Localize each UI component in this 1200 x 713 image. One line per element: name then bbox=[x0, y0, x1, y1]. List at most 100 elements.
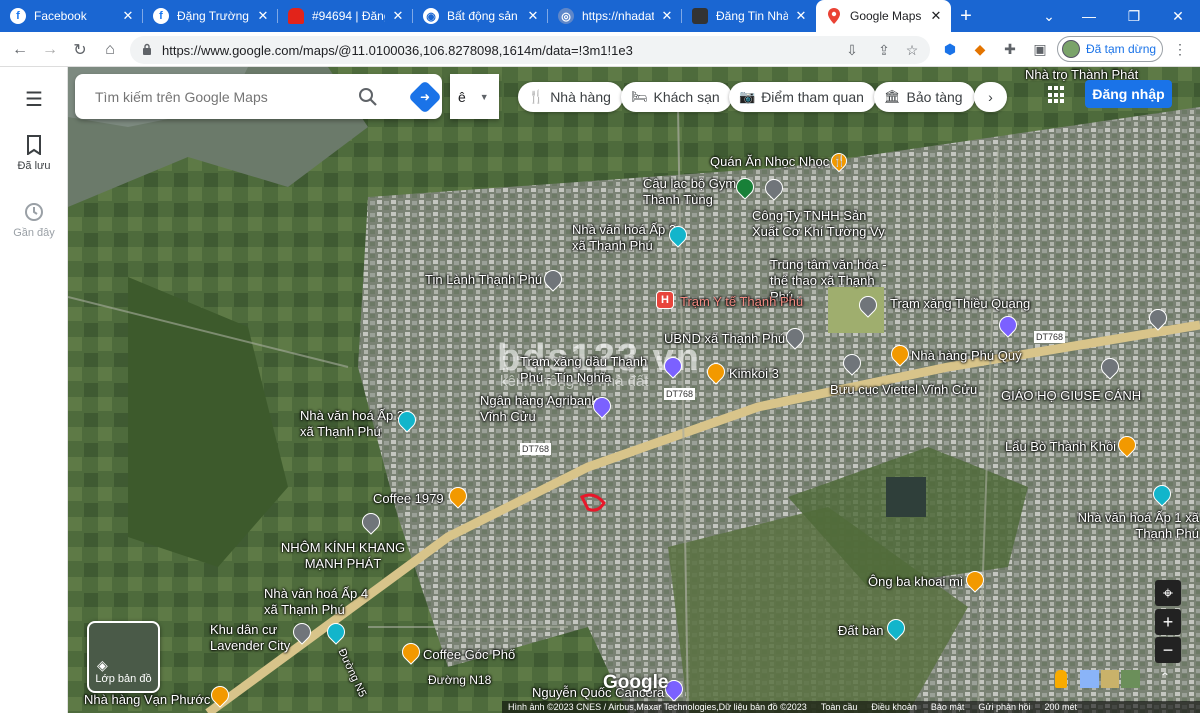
forward-icon[interactable]: → bbox=[38, 38, 62, 62]
place-label[interactable]: Nhà văn hoá Ấp 1 xã Thạnh Phú bbox=[1069, 510, 1199, 542]
home-icon[interactable]: ⌂ bbox=[98, 38, 122, 62]
place-label[interactable]: Câu lạc bộ Gym Thanh Tùng bbox=[643, 176, 743, 208]
close-tab-icon[interactable]: ✕ bbox=[660, 8, 674, 24]
google-maps-icon bbox=[826, 8, 842, 24]
search-input[interactable] bbox=[95, 86, 345, 108]
imagery-thumbnails[interactable] bbox=[1080, 670, 1141, 688]
museum-icon: 🏛 bbox=[884, 89, 901, 104]
feedback-link[interactable]: Gửi phản hồi bbox=[978, 702, 1030, 712]
house-icon bbox=[288, 8, 304, 24]
my-location-button[interactable]: ⌖ bbox=[1155, 580, 1181, 606]
hospital-pin-icon[interactable]: H bbox=[656, 291, 674, 309]
profile-button[interactable]: Đã tạm dừng bbox=[1057, 36, 1163, 62]
globe-icon: ◉ bbox=[423, 8, 439, 24]
address-toolbar: ← → ↻ ⌂ https://www.google.com/maps/@11.… bbox=[0, 32, 1200, 67]
extension-icon[interactable]: ⬢ bbox=[941, 41, 959, 57]
close-tab-icon[interactable]: ✕ bbox=[794, 8, 808, 24]
place-label[interactable]: Trạm Y tế Thạnh Phú bbox=[680, 294, 803, 310]
place-label[interactable]: Lẩu Bò Thành Khôi bbox=[1005, 439, 1116, 455]
history-icon bbox=[25, 203, 43, 221]
search-box[interactable]: ➜ bbox=[75, 74, 442, 119]
pegman-icon[interactable] bbox=[1055, 670, 1067, 688]
layers-button[interactable]: ◈ Lớp bản đồ bbox=[87, 621, 160, 693]
maximize-icon[interactable]: ❐ bbox=[1112, 0, 1156, 32]
place-label[interactable]: Bưu cục Viettel Vĩnh Cửu bbox=[830, 382, 977, 398]
place-label[interactable]: Nhà hàng Vạn Phước bbox=[84, 692, 210, 708]
place-label[interactable]: Trạm xăng Thiều Quang bbox=[890, 296, 1030, 312]
close-tab-icon[interactable]: ✕ bbox=[929, 8, 943, 24]
place-label[interactable]: Nhà văn hoá Ấp 3 xã Thạnh Phú bbox=[300, 408, 410, 440]
place-label[interactable]: Kimkoi 3 bbox=[729, 366, 779, 382]
menu-hamburger-icon[interactable]: ☰ bbox=[0, 87, 68, 112]
place-label[interactable]: GIÁO HỌ GIUSE CÁNH bbox=[1001, 388, 1141, 404]
menu-kebab-icon[interactable]: ⋮ bbox=[1171, 41, 1189, 57]
satellite-map[interactable]: bds123.vn kênh thông tin nhà đất DT768 D… bbox=[68, 67, 1200, 713]
place-label[interactable]: Khu dân cư Lavender City bbox=[210, 622, 300, 654]
place-label[interactable]: Ngân hàng Agribank Vĩnh Cửu bbox=[480, 393, 600, 425]
privacy-link[interactable]: Bảo mật bbox=[931, 702, 965, 712]
url-bar[interactable]: https://www.google.com/maps/@11.0100036,… bbox=[130, 36, 930, 64]
place-label[interactable]: Trạm xăng dầu Thạnh Phú - Tín Nghĩa bbox=[520, 354, 670, 386]
new-tab-button[interactable]: + bbox=[951, 0, 981, 32]
global-link[interactable]: Toàn cầu bbox=[821, 702, 858, 712]
maps-sidebar: ☰ Đã lưu Gần đây bbox=[0, 67, 68, 713]
expand-icon[interactable]: ⌃ bbox=[1160, 670, 1170, 684]
chip-restaurants[interactable]: 🍴 Nhà hàng bbox=[518, 82, 623, 112]
globe-icon: ◎ bbox=[558, 8, 574, 24]
scale-bar[interactable]: 200 mét bbox=[1044, 702, 1077, 712]
minimize-icon[interactable]: — bbox=[1067, 0, 1111, 32]
place-label[interactable]: Coffee 1979 bbox=[373, 491, 444, 507]
browser-tab[interactable]: Đăng Tin Nhà Đ ✕ bbox=[682, 0, 816, 32]
place-label[interactable]: Coffee Góc Phố bbox=[423, 647, 515, 663]
browser-tab[interactable]: f Đặng Trường Như ✕ bbox=[143, 0, 278, 32]
close-tab-icon[interactable]: ✕ bbox=[391, 8, 405, 24]
place-label[interactable]: Nhà văn hoá Ấp 2 xã Thạnh Phú bbox=[572, 222, 682, 254]
place-label[interactable]: Đất bàn bbox=[838, 623, 884, 639]
chip-hotels[interactable]: 🛏 Khách sạn bbox=[621, 82, 732, 112]
browser-tab[interactable]: ◉ Bất động sản G ✕ bbox=[413, 0, 548, 32]
close-tab-icon[interactable]: ✕ bbox=[121, 8, 135, 24]
zoom-in-button[interactable]: + bbox=[1155, 609, 1181, 635]
close-window-icon[interactable]: ✕ bbox=[1156, 0, 1200, 32]
place-label[interactable]: Tin Lành Thạnh Phú bbox=[425, 272, 542, 288]
install-icon[interactable]: ⇩ bbox=[843, 42, 861, 58]
chip-museums[interactable]: 🏛 Bảo tàng bbox=[874, 82, 975, 112]
browser-tab[interactable]: ◎ https://nhadat ✕ bbox=[548, 0, 682, 32]
reload-icon[interactable]: ↻ bbox=[68, 38, 92, 62]
sign-in-button[interactable]: Đăng nhập bbox=[1085, 80, 1172, 108]
extension-icon[interactable]: ◆ bbox=[971, 41, 989, 57]
terms-link[interactable]: Điều khoản bbox=[871, 702, 917, 712]
recent-button[interactable]: Gần đây bbox=[0, 202, 68, 239]
place-label[interactable]: NHÔM KÍNH KHANG MẠNH PHÁT bbox=[273, 540, 413, 572]
browser-tab-active[interactable]: Google Maps ✕ bbox=[816, 0, 951, 32]
place-label[interactable]: Công Ty TNHH Sản Xuất Cơ Khí Tường Vy bbox=[752, 208, 892, 240]
directions-icon[interactable]: ➜ bbox=[408, 80, 442, 114]
place-label[interactable]: Ông ba khoai mì bbox=[868, 574, 963, 590]
place-label[interactable]: Nhà hàng Phú Quý bbox=[911, 348, 1022, 364]
google-logo: Google bbox=[603, 672, 669, 693]
share-icon[interactable]: ⇪ bbox=[875, 42, 893, 58]
search-icon[interactable] bbox=[358, 87, 378, 107]
bookmark-star-icon[interactable]: ☆ bbox=[903, 42, 921, 58]
browser-tab[interactable]: f Facebook ✕ bbox=[0, 0, 143, 32]
place-label[interactable]: Nhà văn hoá Ấp 4 xã Thạnh Phú bbox=[264, 586, 374, 618]
puzzle-icon[interactable]: ✚ bbox=[1001, 41, 1019, 57]
zoom-out-button[interactable]: − bbox=[1155, 637, 1181, 663]
chips-next-button[interactable]: › bbox=[974, 82, 1007, 112]
hotel-icon: 🛏 bbox=[631, 89, 648, 104]
place-label[interactable]: Quán Ăn Nhọc Nhọc bbox=[710, 154, 829, 170]
browser-tab[interactable]: #94694 | Đăng ✕ bbox=[278, 0, 413, 32]
saved-button[interactable]: Đã lưu bbox=[0, 135, 68, 172]
browser-tab-strip: f Facebook ✕ f Đặng Trường Như ✕ #94694 … bbox=[0, 0, 1200, 32]
place-label[interactable]: UBND xã Thạnh Phú bbox=[664, 331, 785, 347]
chip-attractions[interactable]: 📷 Điểm tham quan bbox=[729, 82, 876, 112]
side-panel-icon[interactable]: ▣ bbox=[1031, 41, 1049, 57]
tab-search-icon[interactable]: ⌄ bbox=[1027, 0, 1071, 32]
place-label[interactable]: Đường N18 bbox=[428, 672, 491, 688]
apps-grid-icon[interactable] bbox=[1048, 86, 1066, 104]
restaurant-icon: 🍴 bbox=[528, 89, 545, 104]
close-tab-icon[interactable]: ✕ bbox=[256, 8, 270, 24]
back-icon[interactable]: ← bbox=[8, 38, 32, 62]
close-tab-icon[interactable]: ✕ bbox=[526, 8, 540, 24]
input-tools-button[interactable]: ê ▼ bbox=[450, 74, 499, 119]
